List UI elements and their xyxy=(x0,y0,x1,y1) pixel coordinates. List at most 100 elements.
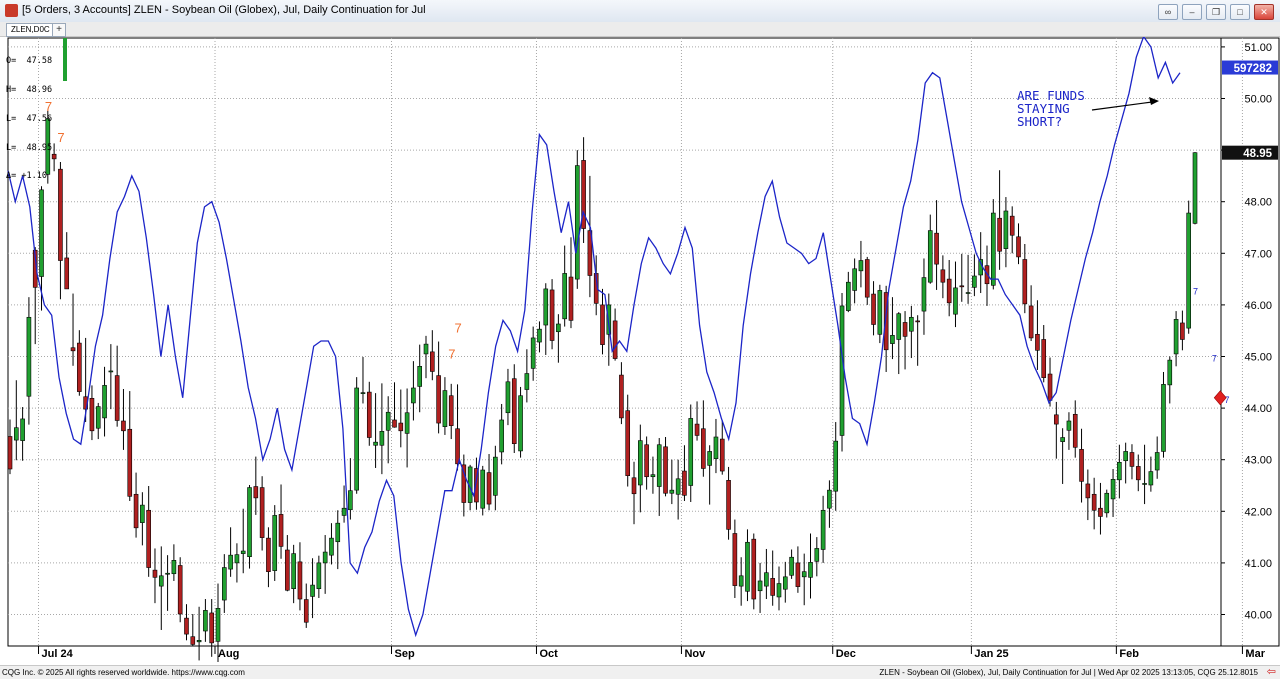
candle-body xyxy=(1173,319,1179,355)
candle-body xyxy=(1016,236,1021,258)
candle-body xyxy=(240,550,246,554)
candle-body xyxy=(121,420,126,432)
candle-body xyxy=(574,165,580,280)
ohlc-row-low: L= 47.56 xyxy=(6,113,53,124)
candle-body xyxy=(272,515,278,571)
candle-body xyxy=(871,293,876,325)
candle-body xyxy=(934,232,939,265)
candle-body xyxy=(625,410,631,476)
candle-body xyxy=(127,428,133,497)
candle-body xyxy=(1035,334,1040,351)
signal-marker-small: 7 xyxy=(1212,354,1217,364)
candle-body xyxy=(77,342,82,392)
overlay-value-label: 597282 xyxy=(1234,63,1272,75)
y-tick-label: 47.00 xyxy=(1244,248,1272,260)
y-tick-label: 45.00 xyxy=(1244,352,1272,364)
window-controls: ∞ – ❐ □ ✕ xyxy=(1158,4,1274,20)
candle-body xyxy=(385,411,391,431)
candle-body xyxy=(335,522,341,543)
signal-marker: 7 xyxy=(455,321,462,336)
candle-body xyxy=(486,472,492,505)
candle-body xyxy=(1047,373,1053,401)
candle-body xyxy=(858,260,864,272)
x-tick-label: Dec xyxy=(836,648,856,660)
candle-body xyxy=(234,554,240,564)
link-icon[interactable]: ∞ xyxy=(1158,4,1178,20)
close-button[interactable]: ✕ xyxy=(1254,4,1274,20)
x-tick-label: Aug xyxy=(218,648,239,660)
candle-body xyxy=(909,316,914,332)
candle-body xyxy=(190,636,196,645)
back-arrow-icon[interactable]: ⇦ xyxy=(1267,666,1276,679)
x-tick-label: Jul 24 xyxy=(42,648,74,660)
candle-body xyxy=(1054,414,1059,425)
ohlc-row-open: O= 47.58 xyxy=(6,56,53,67)
price-chart[interactable]: 40.00 41.00 42.00 43.00 44.00 45.00 46.00 47.00… xyxy=(0,37,1280,665)
candle-body xyxy=(14,427,19,441)
candle-body xyxy=(448,395,454,426)
candle-body xyxy=(158,575,164,587)
candle-body xyxy=(562,273,567,320)
maximize-button[interactable]: □ xyxy=(1230,4,1250,20)
ohlc-mini-bar xyxy=(63,38,67,81)
add-tab-button[interactable]: + xyxy=(52,23,66,37)
candle-body xyxy=(354,387,359,491)
candle-body xyxy=(209,612,215,644)
candle-body xyxy=(1066,420,1072,431)
candle-body xyxy=(631,477,637,495)
tab-zlen[interactable]: ZLEN,D0C xyxy=(6,23,55,37)
candle-body xyxy=(537,328,542,343)
candle-body xyxy=(726,480,731,530)
candle-body xyxy=(51,153,57,160)
candle-body xyxy=(808,562,813,578)
candle-body xyxy=(177,565,183,615)
candle-body xyxy=(1091,493,1097,511)
candle-body xyxy=(411,387,416,404)
candle-body xyxy=(1079,449,1084,482)
candle-body xyxy=(1180,322,1185,340)
y-tick-label: 48.00 xyxy=(1244,197,1272,209)
tab-strip: ZLEN,D0C + xyxy=(0,22,1280,37)
candle-body xyxy=(203,610,208,632)
candle-body xyxy=(518,395,523,452)
candle-body xyxy=(990,212,996,286)
candle-body xyxy=(505,381,511,414)
y-tick-label: 43.00 xyxy=(1244,455,1272,467)
candle-body xyxy=(26,316,32,397)
candle-body xyxy=(864,259,870,298)
candle-body xyxy=(839,305,845,436)
window-title: [5 Orders, 3 Accounts] ZLEN - Soybean Oi… xyxy=(22,4,426,16)
candle-body xyxy=(303,599,309,623)
candle-body xyxy=(461,464,467,503)
y-tick-label: 41.00 xyxy=(1244,558,1272,570)
candle-body xyxy=(927,230,933,283)
candle-body xyxy=(701,428,706,469)
candle-body xyxy=(442,390,448,427)
candle-body xyxy=(902,322,908,337)
candle-body xyxy=(322,551,328,564)
y-tick-label: 44.00 xyxy=(1244,403,1272,415)
candle-body xyxy=(568,276,574,321)
x-tick-label: Feb xyxy=(1119,648,1139,660)
candle-body xyxy=(1117,461,1122,481)
candle-body xyxy=(184,617,189,635)
candle-body xyxy=(1104,492,1110,514)
candle-body xyxy=(379,431,385,446)
candle-body xyxy=(1186,212,1191,329)
candle-body xyxy=(480,469,486,509)
candle-body xyxy=(373,441,378,446)
candle-body xyxy=(738,575,744,587)
candle-body xyxy=(499,419,504,453)
candle-body xyxy=(959,285,965,288)
candle-body xyxy=(341,507,347,516)
minimize-button[interactable]: – xyxy=(1182,4,1202,20)
candle-body xyxy=(165,572,170,575)
candle-body xyxy=(694,423,700,436)
candle-body xyxy=(782,576,788,590)
candle-body xyxy=(524,373,530,390)
restore-button[interactable]: ❐ xyxy=(1206,4,1226,20)
x-tick-label: Oct xyxy=(539,648,558,660)
candle-body xyxy=(114,375,120,421)
candle-body xyxy=(1135,466,1141,481)
candle-body xyxy=(1192,152,1198,224)
